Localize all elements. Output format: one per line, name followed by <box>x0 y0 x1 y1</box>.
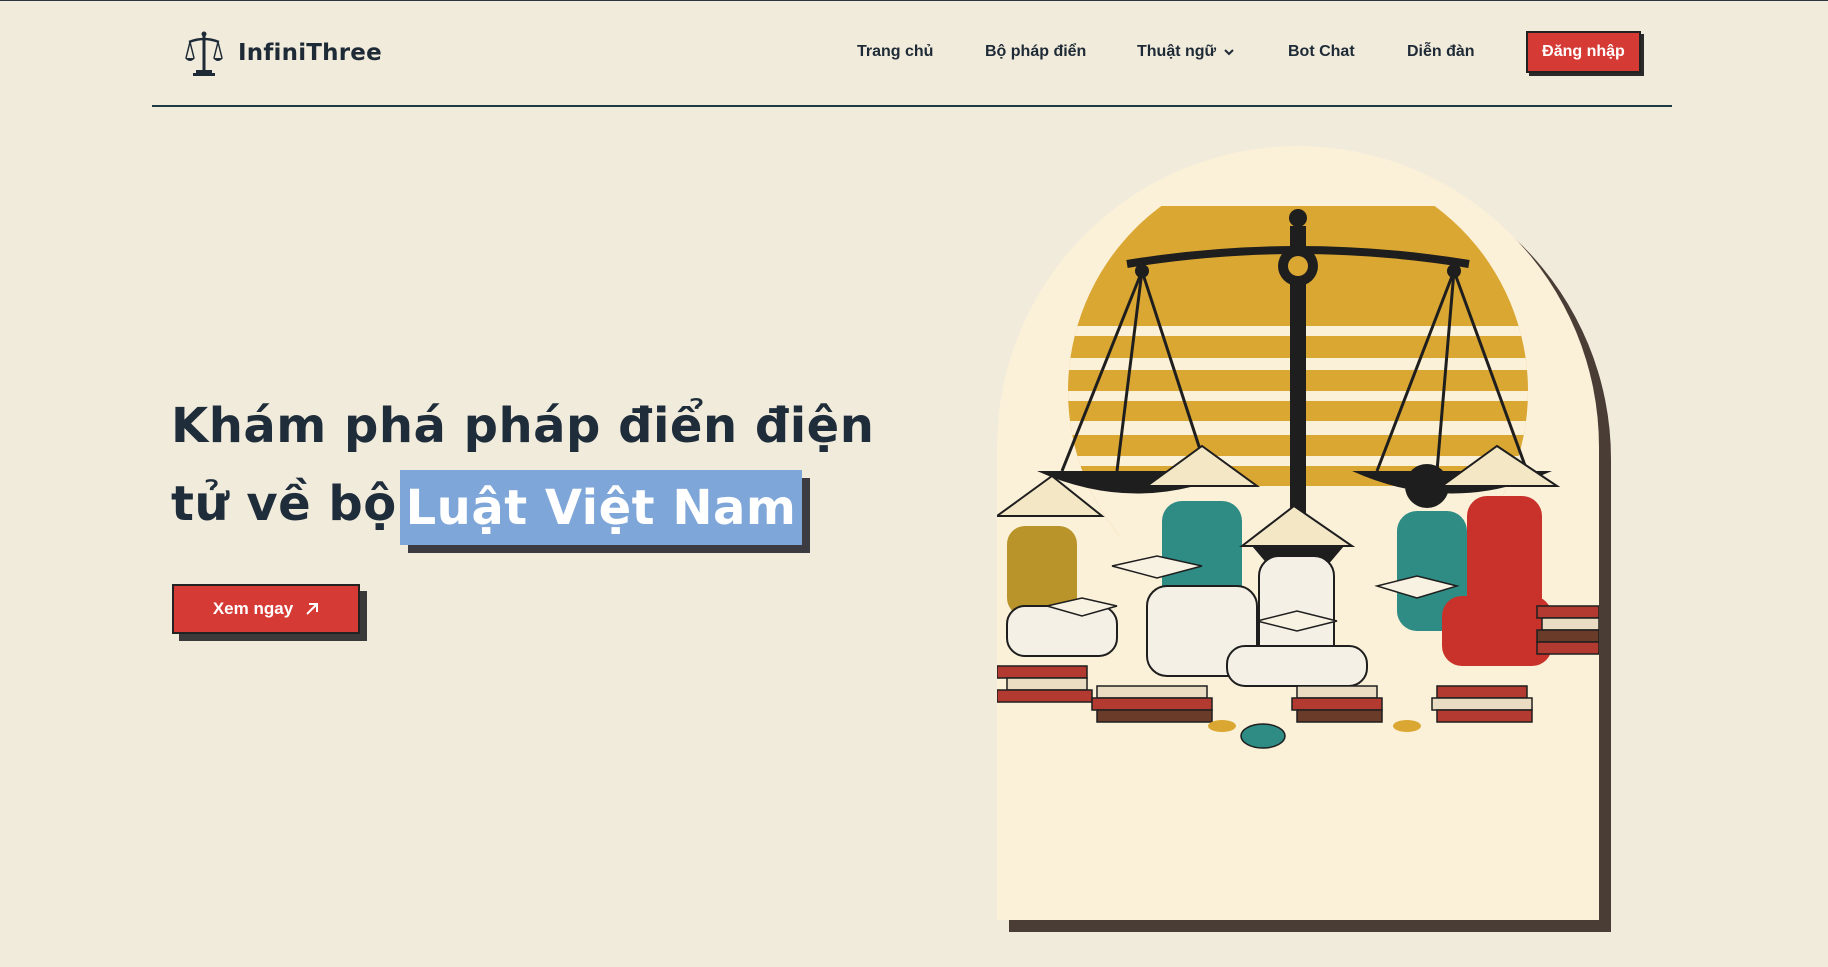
nav-item-thuat-ngu[interactable]: Thuật ngữ <box>1137 43 1234 61</box>
login-button[interactable]: Đăng nhập <box>1526 31 1641 73</box>
justice-scale-readers-image <box>997 206 1599 749</box>
main-nav: Trang chủ Bộ pháp điển Thuật ngữ Bot Cha… <box>152 0 1672 105</box>
nav-item-bot-chat[interactable]: Bot Chat <box>1288 43 1355 61</box>
arrow-up-right-icon <box>306 603 319 615</box>
nav-item-bo-phap-dien[interactable]: Bộ pháp điển <box>985 43 1086 61</box>
hero-illustration <box>997 146 1599 920</box>
cta-wrapper: Xem ngay <box>172 584 367 641</box>
hero-highlight: Luật Việt Nam <box>400 470 810 553</box>
hero-title-line2: tử về bộ <box>171 476 397 532</box>
highlight-text: Luật Việt Nam <box>400 470 802 545</box>
hero-title-line1: Khám phá pháp điển điện <box>171 398 875 454</box>
nav-item-dien-dan[interactable]: Diễn đàn <box>1407 43 1475 61</box>
nav-item-trang-chu[interactable]: Trang chủ <box>857 43 933 61</box>
site-header: InfiniThree Trang chủ Bộ pháp điển Thuật… <box>152 0 1672 107</box>
chevron-down-icon <box>1224 49 1234 56</box>
nav-item-label: Thuật ngữ <box>1137 43 1217 60</box>
xem-ngay-button[interactable]: Xem ngay <box>172 584 360 634</box>
cta-label: Xem ngay <box>212 599 294 618</box>
